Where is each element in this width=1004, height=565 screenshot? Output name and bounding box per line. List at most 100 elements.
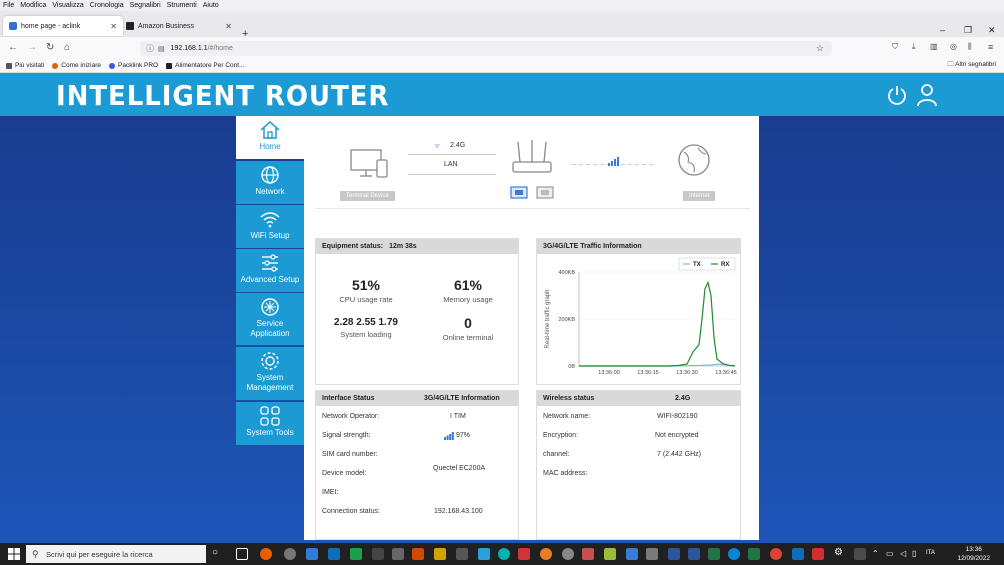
tab-amazon-business[interactable]: Amazon Business ✕ — [120, 16, 238, 36]
file-explorer-icon[interactable] — [434, 548, 446, 560]
app-icon[interactable] — [626, 548, 638, 560]
menu-cronologia[interactable]: Cronologia — [90, 2, 124, 9]
other-bookmarks[interactable]: 🗀 Altri segnalibri — [947, 60, 996, 71]
powerpoint-icon[interactable] — [412, 548, 424, 560]
mac-address-label: MAC address: — [543, 470, 588, 477]
sidebar-item-home[interactable]: Home — [236, 116, 304, 159]
pocket-icon[interactable]: ⛉ — [892, 42, 898, 52]
taskbar-clock[interactable]: 13:36 12/09/2022 — [957, 545, 990, 563]
tab-home-page[interactable]: home page - aclink ✕ — [3, 16, 123, 36]
tray-chevron-icon[interactable]: ⌃ — [872, 549, 884, 561]
terminal-device-icon[interactable] — [350, 148, 390, 180]
sidebar-item-advanced-setup[interactable]: Advanced Setup — [236, 249, 304, 292]
input-language[interactable]: ITA — [926, 550, 935, 556]
menu-aiuto[interactable]: Aiuto — [203, 2, 219, 9]
app-icon[interactable] — [478, 548, 490, 560]
cpu-value: 51% — [351, 277, 381, 293]
excel-icon[interactable] — [748, 548, 760, 560]
word-icon[interactable] — [668, 548, 680, 560]
sidebar-item-label: System Management — [246, 373, 294, 392]
tab-label: home page - aclink — [21, 22, 81, 30]
internet-caption: Internet — [683, 191, 716, 201]
acrobat-icon[interactable] — [812, 548, 824, 560]
sidebar-item-wifi-setup[interactable]: WiFi Setup — [236, 205, 304, 248]
app-icon[interactable] — [306, 548, 318, 560]
internet-globe-icon[interactable] — [676, 142, 712, 178]
network-tray-icon[interactable]: ▭ — [886, 549, 898, 561]
close-tab-icon[interactable]: ✕ — [110, 22, 117, 31]
app-icon[interactable] — [498, 548, 510, 560]
cortana-icon[interactable]: ○ — [212, 547, 224, 559]
firefox-taskbar-icon[interactable] — [260, 548, 272, 560]
word-icon[interactable] — [688, 548, 700, 560]
task-view-icon[interactable] — [236, 548, 248, 560]
minimize-icon[interactable]: – — [940, 25, 945, 35]
app-icon[interactable] — [562, 548, 574, 560]
windows-start-icon[interactable] — [8, 548, 20, 560]
imei-label: IMEI: — [322, 489, 339, 496]
app-icon[interactable] — [350, 548, 362, 560]
interface-status-header: Interface Status 3G/4G/LTE Information — [316, 391, 518, 406]
lan-port-icon[interactable] — [510, 186, 528, 200]
battery-icon[interactable]: ▯ — [912, 549, 924, 561]
app-icon[interactable] — [540, 548, 552, 560]
downloads-icon[interactable]: ⤓ — [912, 42, 916, 52]
app-icon[interactable] — [646, 548, 658, 560]
wan-port-icon[interactable] — [536, 186, 554, 200]
account-icon[interactable]: ◎ — [950, 42, 957, 51]
sidebar-toggle-icon[interactable]: ▥ — [930, 42, 938, 51]
home-nav-icon[interactable]: ⌂ — [64, 42, 70, 53]
menu-segnalibri[interactable]: Segnalibri — [130, 2, 161, 9]
menu-modifica[interactable]: Modifica — [20, 2, 46, 9]
app-icon[interactable] — [518, 548, 530, 560]
window-close-icon[interactable]: ✕ — [988, 25, 996, 36]
power-icon[interactable] — [886, 84, 908, 106]
clock-date: 12/09/2022 — [957, 555, 990, 562]
channel-value: 7 (2.442 GHz) — [657, 451, 701, 458]
app-icon[interactable] — [582, 548, 594, 560]
back-icon[interactable]: ← — [8, 42, 18, 53]
interface-status-panel: Interface Status 3G/4G/LTE Information N… — [315, 390, 519, 540]
menu-strumenti[interactable]: Strumenti — [167, 2, 197, 9]
edge-icon[interactable] — [728, 548, 740, 560]
sidebar-item-service-application[interactable]: Service Application — [236, 293, 304, 345]
app-icon[interactable] — [456, 548, 468, 560]
menu-visualizza[interactable]: Visualizza — [52, 2, 83, 9]
library-icon[interactable]: ⫼ — [968, 42, 972, 52]
connection-status-label: Connection status: — [322, 508, 380, 515]
site-info-icon[interactable]: ⓘ — [146, 43, 154, 54]
menu-file[interactable]: File — [3, 2, 14, 9]
aclink-favicon-icon — [9, 22, 17, 30]
bookmark-packlink[interactable]: Packlink PRO — [109, 62, 158, 69]
bookmark-come-iniziare[interactable]: Come iniziare — [52, 62, 101, 69]
bookmark-piu-visitati[interactable]: Più visitati — [6, 62, 44, 69]
user-icon[interactable] — [916, 83, 938, 107]
sidebar-item-system-tools[interactable]: System Tools — [236, 402, 304, 445]
tab-bar: home page - aclink ✕ Amazon Business ✕ +… — [0, 11, 1004, 40]
volume-icon[interactable]: ◁ — [900, 549, 912, 561]
app-icon[interactable] — [854, 548, 866, 560]
outlook-icon[interactable] — [328, 548, 340, 560]
app-icon[interactable] — [284, 548, 296, 560]
excel-icon[interactable] — [708, 548, 720, 560]
router-icon — [512, 140, 552, 173]
outlook-icon[interactable] — [792, 548, 804, 560]
bookmark-alimentatore[interactable]: Alimentatore Per Cont... — [166, 62, 245, 69]
url-bar[interactable]: ⓘ ▤ 192.168.1.1 /#/home ☆ — [140, 41, 832, 56]
app-icon[interactable] — [392, 548, 404, 560]
app-menu-icon[interactable]: ≡ — [988, 42, 993, 52]
forward-icon[interactable]: → — [27, 42, 37, 53]
bookmark-star-icon[interactable]: ☆ — [816, 43, 824, 54]
app-icon[interactable] — [604, 548, 616, 560]
reload-icon[interactable]: ↻ — [46, 42, 54, 53]
close-tab-icon[interactable]: ✕ — [225, 22, 232, 31]
settings-gear-icon[interactable]: ⚙ — [834, 547, 846, 559]
taskbar-search-input[interactable]: ⚲ Scrivi qui per eseguire la ricerca — [26, 545, 206, 563]
sidebar-item-system-management[interactable]: System Management — [236, 347, 304, 400]
operator-value: I TIM — [450, 413, 466, 420]
chrome-icon[interactable] — [770, 548, 782, 560]
encryption-value: Not encrypted — [655, 432, 699, 439]
calculator-icon[interactable] — [372, 548, 384, 560]
restore-icon[interactable]: ❐ — [964, 25, 972, 36]
sidebar-item-network[interactable]: Network — [236, 161, 304, 204]
